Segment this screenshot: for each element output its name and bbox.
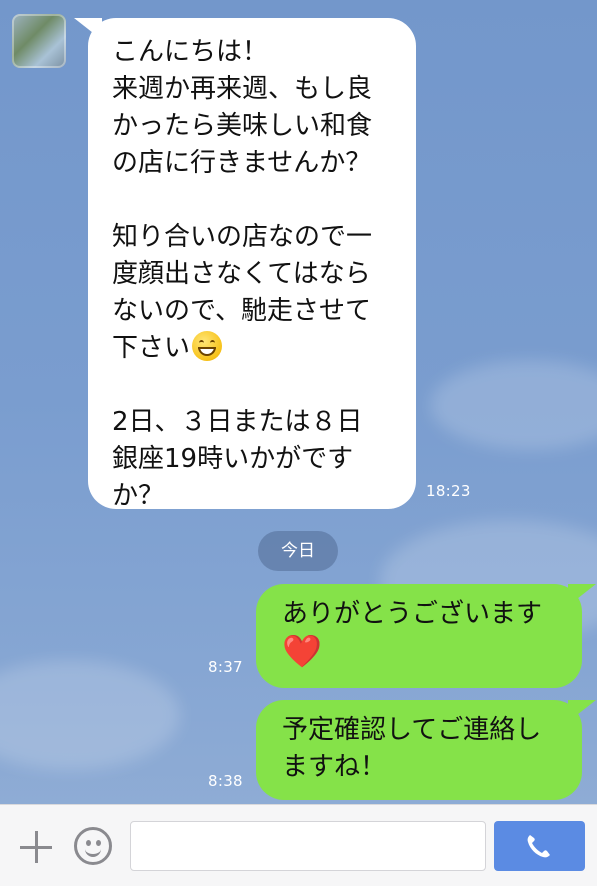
date-separator: 今日 (258, 531, 338, 571)
phone-icon (527, 835, 550, 858)
call-button[interactable] (494, 821, 585, 871)
message-time: 8:38 (208, 772, 243, 790)
grinning-face-icon (192, 331, 223, 361)
chat-area[interactable]: こんにちは！ 来週か再来週、もし良 かったら美味しい和食 の店に行きませんか？ … (0, 0, 597, 804)
message-text: ありがとうございます (282, 599, 543, 629)
contact-avatar[interactable] (12, 14, 66, 68)
message-text: 2日、３日または８日 銀座19時いかがです か？ (112, 407, 363, 511)
background-cloud (430, 360, 597, 450)
message-time: 18:23 (426, 482, 471, 500)
message-text: こんにちは！ 来週か再来週、もし良 かったら美味しい和食 の店に行きませんか？ … (112, 37, 373, 363)
plus-icon[interactable] (18, 829, 54, 865)
incoming-message-bubble[interactable]: こんにちは！ 来週か再来週、もし良 かったら美味しい和食 の店に行きませんか？ … (74, 18, 416, 511)
input-bar (0, 804, 597, 886)
heart-icon: ❤️ (282, 632, 322, 670)
smiley-icon[interactable] (74, 827, 112, 865)
background-cloud (0, 660, 180, 770)
message-input[interactable] (130, 821, 486, 871)
message-text: 予定確認してご連絡し ますね！ (282, 715, 542, 782)
message-time: 8:37 (208, 658, 243, 676)
outgoing-message-bubble[interactable]: ありがとうございます ❤️ (256, 584, 596, 688)
outgoing-message-bubble[interactable]: 予定確認してご連絡し ますね！ (256, 700, 596, 800)
